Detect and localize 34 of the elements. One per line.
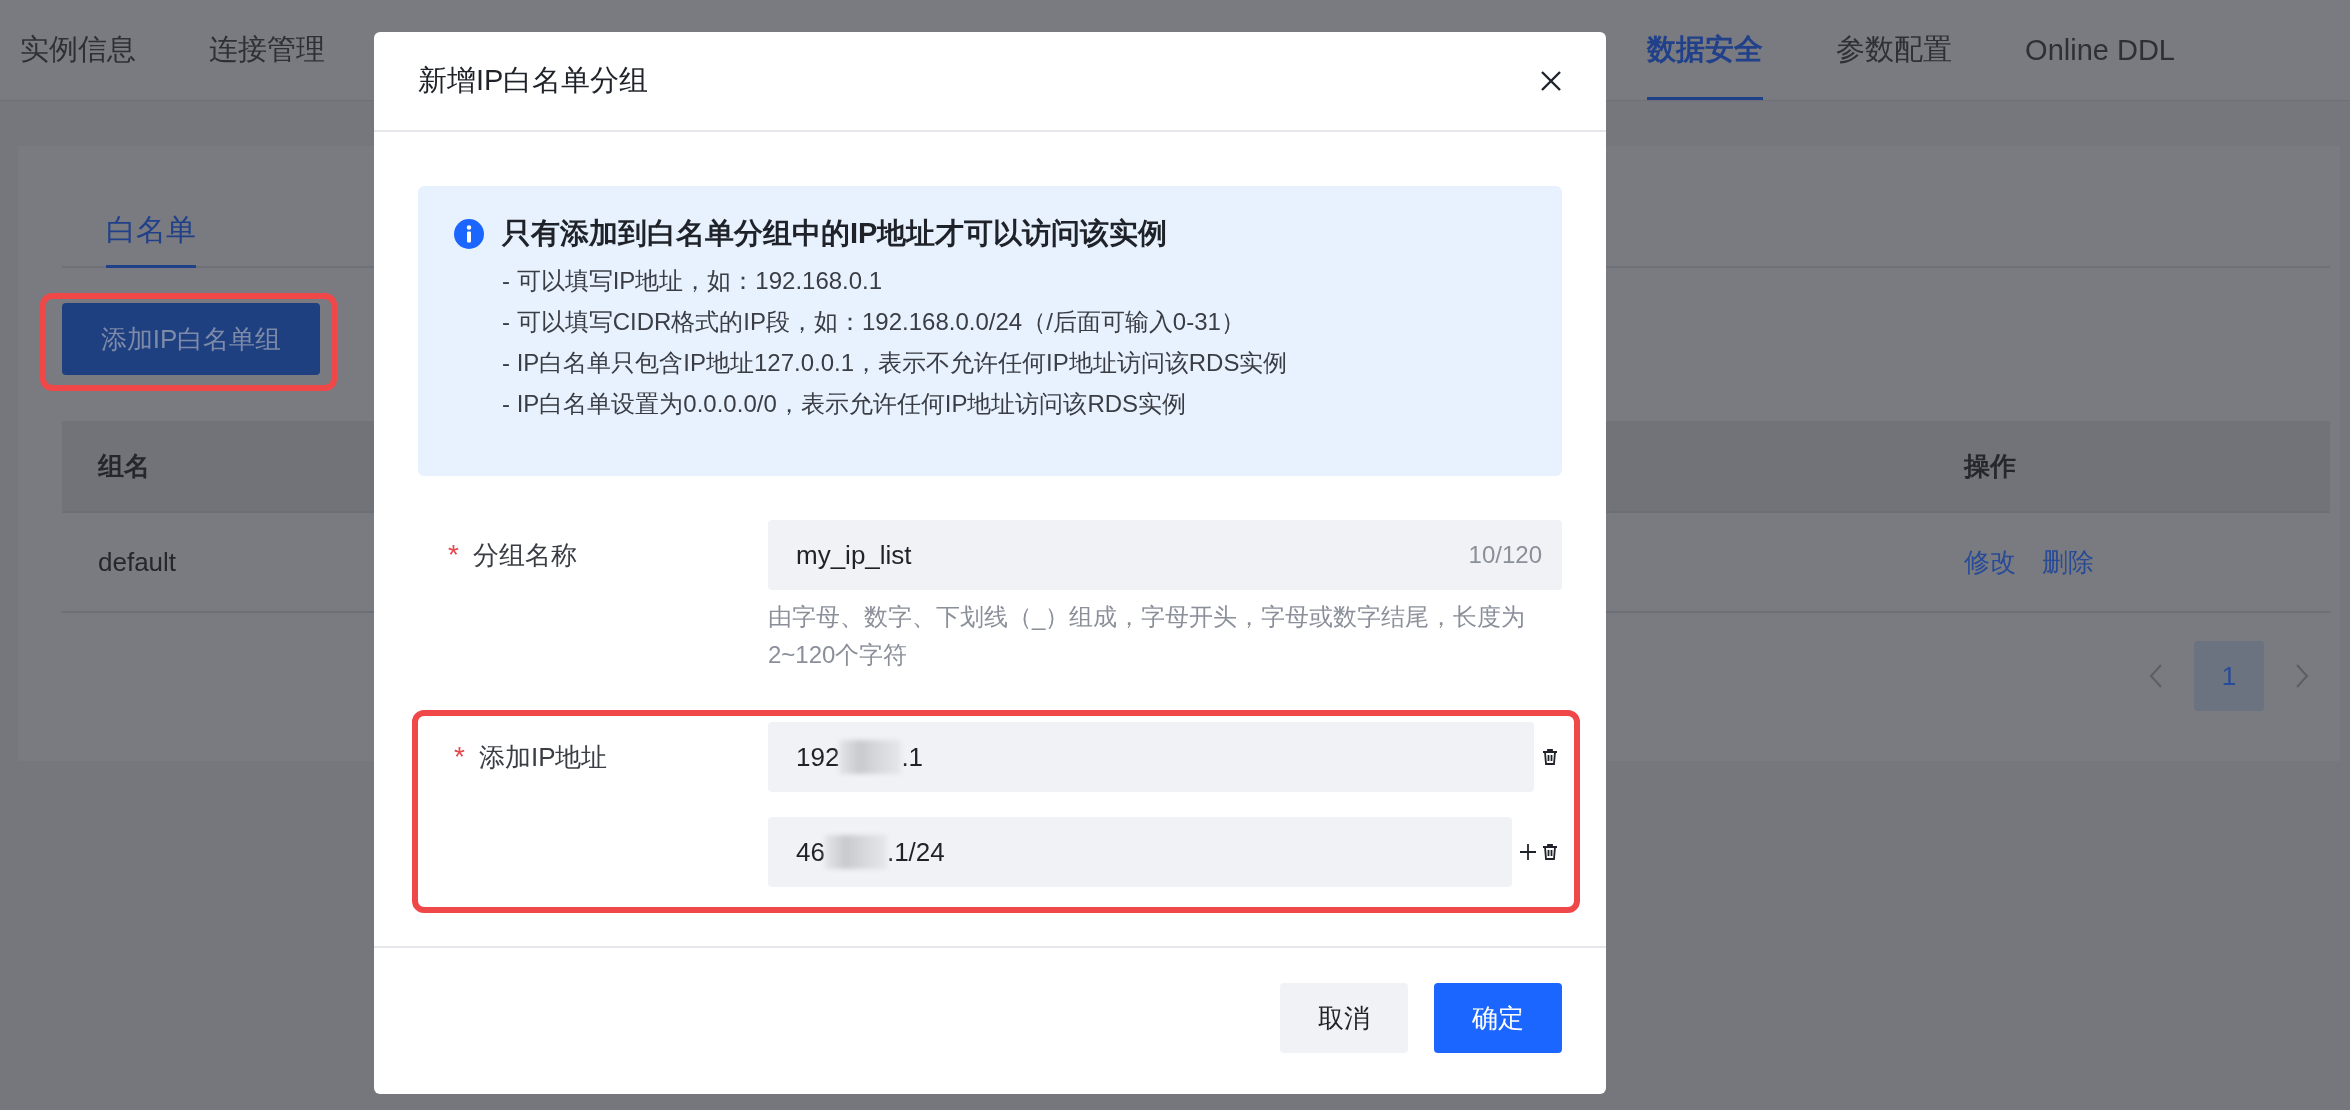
- nav-tab[interactable]: 连接管理: [209, 0, 325, 100]
- required-mark: *: [454, 741, 465, 773]
- nav-tab[interactable]: Online DDL: [2025, 0, 2175, 100]
- field-label: 添加IP地址: [478, 740, 608, 774]
- column-header: 组名: [96, 449, 151, 483]
- confirm-button[interactable]: 确定: [1434, 983, 1562, 1053]
- nav-tab[interactable]: 实例信息: [20, 0, 136, 100]
- ip-address-input[interactable]: 46 .1/24: [768, 817, 1512, 887]
- action-link[interactable]: 删除: [2042, 544, 2094, 580]
- plus-icon[interactable]: [1518, 842, 1538, 862]
- trash-icon[interactable]: [1540, 842, 1560, 862]
- field-label: 分组名称: [472, 538, 577, 572]
- ip-address-input[interactable]: 192 .1: [768, 722, 1534, 792]
- trash-icon[interactable]: [1540, 747, 1560, 767]
- add-whitelist-group-button[interactable]: 添加IP白名单组: [62, 303, 320, 375]
- close-icon[interactable]: [1540, 70, 1562, 92]
- field-hint: 由字母、数字、下划线（_）组成，字母开头，字母或数字结尾，长度为2~120个字符: [768, 602, 1527, 670]
- notice-item: - IP白名单只包含IP地址127.0.0.1，表示不允许任何IP地址访问该RDS实例: [502, 348, 1289, 378]
- table-cell: default: [98, 546, 177, 577]
- info-icon: [454, 219, 484, 249]
- group-name-input[interactable]: my_ip_list 10/120: [768, 520, 1562, 590]
- whitelist-tab[interactable]: 白名单: [106, 210, 196, 268]
- notice-item: - IP白名单设置为0.0.0.0/0，表示允许任何IP地址访问该RDS实例: [502, 389, 1188, 419]
- dialog-title: 新增IP白名单分组: [418, 63, 649, 98]
- notice-item: - 可以填写IP地址，如：192.168.0.1: [502, 266, 884, 296]
- notice-item: - 可以填写CIDR格式的IP段，如：192.168.0.0/24（/后面可输入0-31）: [502, 307, 1246, 337]
- page-button[interactable]: 1: [2194, 641, 2264, 711]
- nav-tab[interactable]: 参数配置: [1836, 0, 1953, 100]
- action-link[interactable]: 修改: [1964, 544, 2016, 580]
- required-mark: *: [448, 539, 459, 571]
- column-header: 操作: [1962, 449, 2017, 483]
- cancel-button[interactable]: 取消: [1280, 983, 1408, 1053]
- nav-tab[interactable]: 数据安全: [1647, 0, 1764, 100]
- notice-title: 只有添加到白名单分组中的IP地址才可以访问该实例: [502, 216, 1168, 251]
